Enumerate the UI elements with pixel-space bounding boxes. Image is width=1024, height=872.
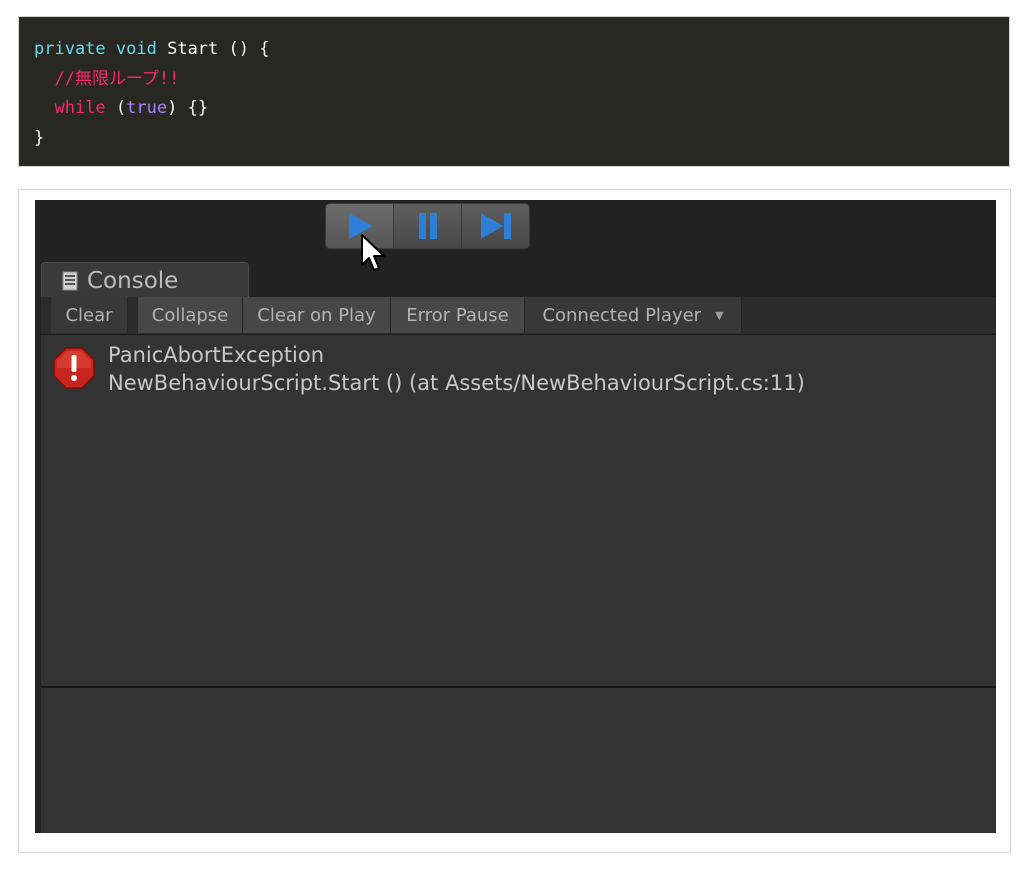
code-line: private void Start () {	[34, 35, 1009, 65]
clear-button-label: Clear	[65, 304, 113, 326]
clear-button[interactable]: Clear	[51, 297, 128, 333]
log-entry-text: PanicAbortException NewBehaviourScript.S…	[108, 341, 805, 397]
code-token: private	[34, 39, 106, 59]
console-log-list: PanicAbortException NewBehaviourScript.S…	[41, 335, 996, 686]
connected-player-label: Connected Player	[542, 304, 702, 326]
code-token: while	[54, 98, 106, 118]
tab-console[interactable]: Console	[41, 262, 249, 298]
log-entry[interactable]: PanicAbortException NewBehaviourScript.S…	[41, 335, 996, 405]
code-token: void	[115, 39, 157, 59]
console-detail-pane	[41, 688, 996, 833]
code-token: (	[105, 98, 127, 118]
console-toolbar: Clear Collapse Clear on Play Error Pause…	[41, 297, 996, 335]
unity-editor: Console Clear Collapse Clear on Play Err…	[35, 200, 996, 833]
step-icon	[480, 213, 511, 239]
console-icon	[62, 271, 78, 291]
mouse-cursor-icon	[361, 234, 385, 271]
code-line: while (true) {}	[34, 94, 1009, 124]
log-entry-detail: NewBehaviourScript.Start () (at Assets/N…	[108, 371, 805, 395]
code-line: //無限ループ!!	[34, 65, 1009, 95]
code-token: }	[34, 127, 45, 148]
chevron-down-icon: ▼	[715, 308, 724, 322]
clear-on-play-toggle[interactable]: Clear on Play	[243, 297, 391, 333]
code-line: }	[34, 124, 1009, 154]
pause-button[interactable]	[394, 204, 462, 248]
error-icon	[53, 347, 95, 389]
collapse-label: Collapse	[151, 304, 229, 326]
error-pause-label: Error Pause	[406, 304, 509, 326]
code-token: ) {}	[167, 98, 209, 118]
code-token: Start () {	[156, 39, 270, 59]
error-pause-toggle[interactable]: Error Pause	[391, 297, 525, 333]
clear-on-play-label: Clear on Play	[257, 304, 376, 326]
pause-icon	[418, 213, 437, 239]
tab-console-label: Console	[87, 267, 179, 294]
log-entry-title: PanicAbortException	[108, 343, 325, 367]
connected-player-dropdown[interactable]: Connected Player ▼	[525, 297, 742, 333]
code-token: true	[126, 98, 168, 118]
collapse-toggle[interactable]: Collapse	[138, 297, 243, 333]
step-button[interactable]	[462, 204, 529, 248]
code-block: private void Start () { //無限ループ!! while …	[18, 16, 1010, 167]
play-controls	[325, 203, 530, 249]
code-token: //無限ループ!!	[54, 68, 180, 89]
screenshot-frame: Console Clear Collapse Clear on Play Err…	[18, 189, 1011, 853]
